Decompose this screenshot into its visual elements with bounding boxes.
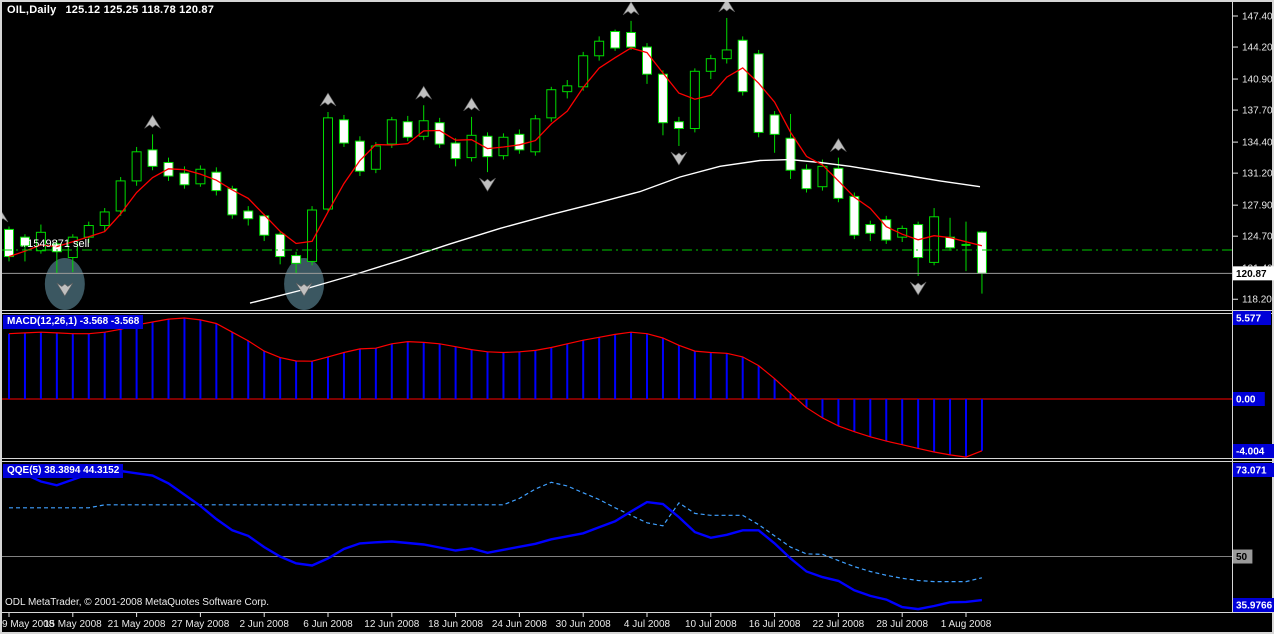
- candle: [658, 74, 667, 123]
- svg-text:118.20: 118.20: [1242, 295, 1272, 306]
- candle: [276, 234, 285, 256]
- svg-text:137.70: 137.70: [1242, 106, 1273, 117]
- candle: [228, 189, 237, 215]
- order-sell-label: #1549871 sell: [21, 238, 90, 250]
- candle: [738, 40, 747, 91]
- candle: [116, 181, 125, 211]
- macd-indicator-label: MACD(12,26,1) -3.568 -3.568: [3, 315, 143, 329]
- candle: [850, 196, 859, 235]
- svg-text:4 Jul 2008: 4 Jul 2008: [624, 619, 671, 630]
- svg-text:22 Jul 2008: 22 Jul 2008: [813, 619, 865, 630]
- svg-text:50: 50: [1236, 552, 1248, 563]
- candle: [371, 146, 380, 169]
- svg-text:-4.004: -4.004: [1236, 447, 1265, 458]
- metatrader-chart-window: 147.40 144.20 140.90 137.70 134.40 131.20 127.…: [0, 0, 1274, 634]
- candle: [100, 212, 109, 226]
- candle: [914, 225, 923, 258]
- candle: [180, 173, 189, 185]
- svg-text:21 May 2008: 21 May 2008: [108, 619, 166, 630]
- candle: [324, 118, 333, 209]
- candle: [674, 122, 683, 129]
- svg-text:15 May 2008: 15 May 2008: [44, 619, 102, 630]
- svg-text:73.071: 73.071: [1236, 466, 1267, 477]
- svg-text:35.9766: 35.9766: [1236, 601, 1273, 612]
- candle: [786, 138, 795, 170]
- chart-background: [0, 0, 1274, 634]
- candle: [627, 32, 636, 47]
- svg-text:0.00: 0.00: [1236, 395, 1256, 406]
- svg-text:120.87: 120.87: [1236, 269, 1267, 280]
- chart-canvas[interactable]: 147.40 144.20 140.90 137.70 134.40 131.20 127.…: [0, 0, 1274, 634]
- copyright-notice: ODL MetaTrader, © 2001-2008 MetaQuotes S…: [5, 597, 269, 608]
- svg-text:124.70: 124.70: [1242, 232, 1273, 243]
- candle: [706, 59, 715, 72]
- candle: [547, 90, 556, 118]
- candle: [132, 152, 141, 181]
- candle: [595, 41, 604, 56]
- candle: [818, 166, 827, 186]
- svg-text:134.40: 134.40: [1242, 138, 1273, 149]
- candle: [355, 141, 364, 171]
- candle: [930, 217, 939, 263]
- candle: [387, 120, 396, 144]
- candle: [435, 123, 444, 144]
- candle: [531, 119, 540, 152]
- candle: [196, 169, 205, 184]
- svg-text:2 Jun 2008: 2 Jun 2008: [239, 619, 289, 630]
- candle: [802, 169, 811, 188]
- svg-text:16 Jul 2008: 16 Jul 2008: [749, 619, 801, 630]
- candle: [339, 120, 348, 143]
- svg-text:18 Jun 2008: 18 Jun 2008: [428, 619, 483, 630]
- candle: [754, 54, 763, 133]
- svg-text:5.577: 5.577: [1236, 314, 1261, 325]
- svg-text:12 Jun 2008: 12 Jun 2008: [364, 619, 419, 630]
- svg-text:10 Jul 2008: 10 Jul 2008: [685, 619, 737, 630]
- candle: [770, 115, 779, 134]
- candle: [977, 232, 986, 273]
- candle: [292, 256, 301, 264]
- candle: [467, 135, 476, 157]
- svg-text:140.90: 140.90: [1242, 75, 1273, 86]
- svg-text:27 May 2008: 27 May 2008: [171, 619, 229, 630]
- svg-text:144.20: 144.20: [1242, 43, 1273, 54]
- ohlc-values: 125.12 125.25 118.78 120.87: [65, 4, 214, 16]
- candle: [403, 122, 412, 138]
- svg-text:147.40: 147.40: [1242, 12, 1273, 23]
- svg-text:131.20: 131.20: [1242, 169, 1273, 180]
- svg-text:1 Aug 2008: 1 Aug 2008: [941, 619, 992, 630]
- svg-text:24 Jun 2008: 24 Jun 2008: [492, 619, 547, 630]
- candle: [148, 150, 157, 166]
- candle: [722, 50, 731, 59]
- candle: [866, 225, 875, 234]
- candle: [451, 143, 460, 159]
- candle: [244, 211, 253, 219]
- svg-text:6 Jun 2008: 6 Jun 2008: [303, 619, 353, 630]
- chart-title: OIL,Daily 125.12 125.25 118.78 120.87: [7, 4, 214, 16]
- candle: [515, 134, 524, 150]
- candle: [611, 32, 620, 48]
- symbol-period-label: OIL,Daily: [7, 4, 56, 16]
- qqe-indicator-label: QQE(5) 38.3894 44.3152: [3, 464, 123, 478]
- svg-text:28 Jul 2008: 28 Jul 2008: [876, 619, 928, 630]
- candle: [579, 56, 588, 87]
- candle: [563, 86, 572, 92]
- svg-text:127.90: 127.90: [1242, 201, 1273, 212]
- candle: [690, 71, 699, 128]
- candle: [5, 229, 14, 256]
- svg-text:30 Jun 2008: 30 Jun 2008: [556, 619, 611, 630]
